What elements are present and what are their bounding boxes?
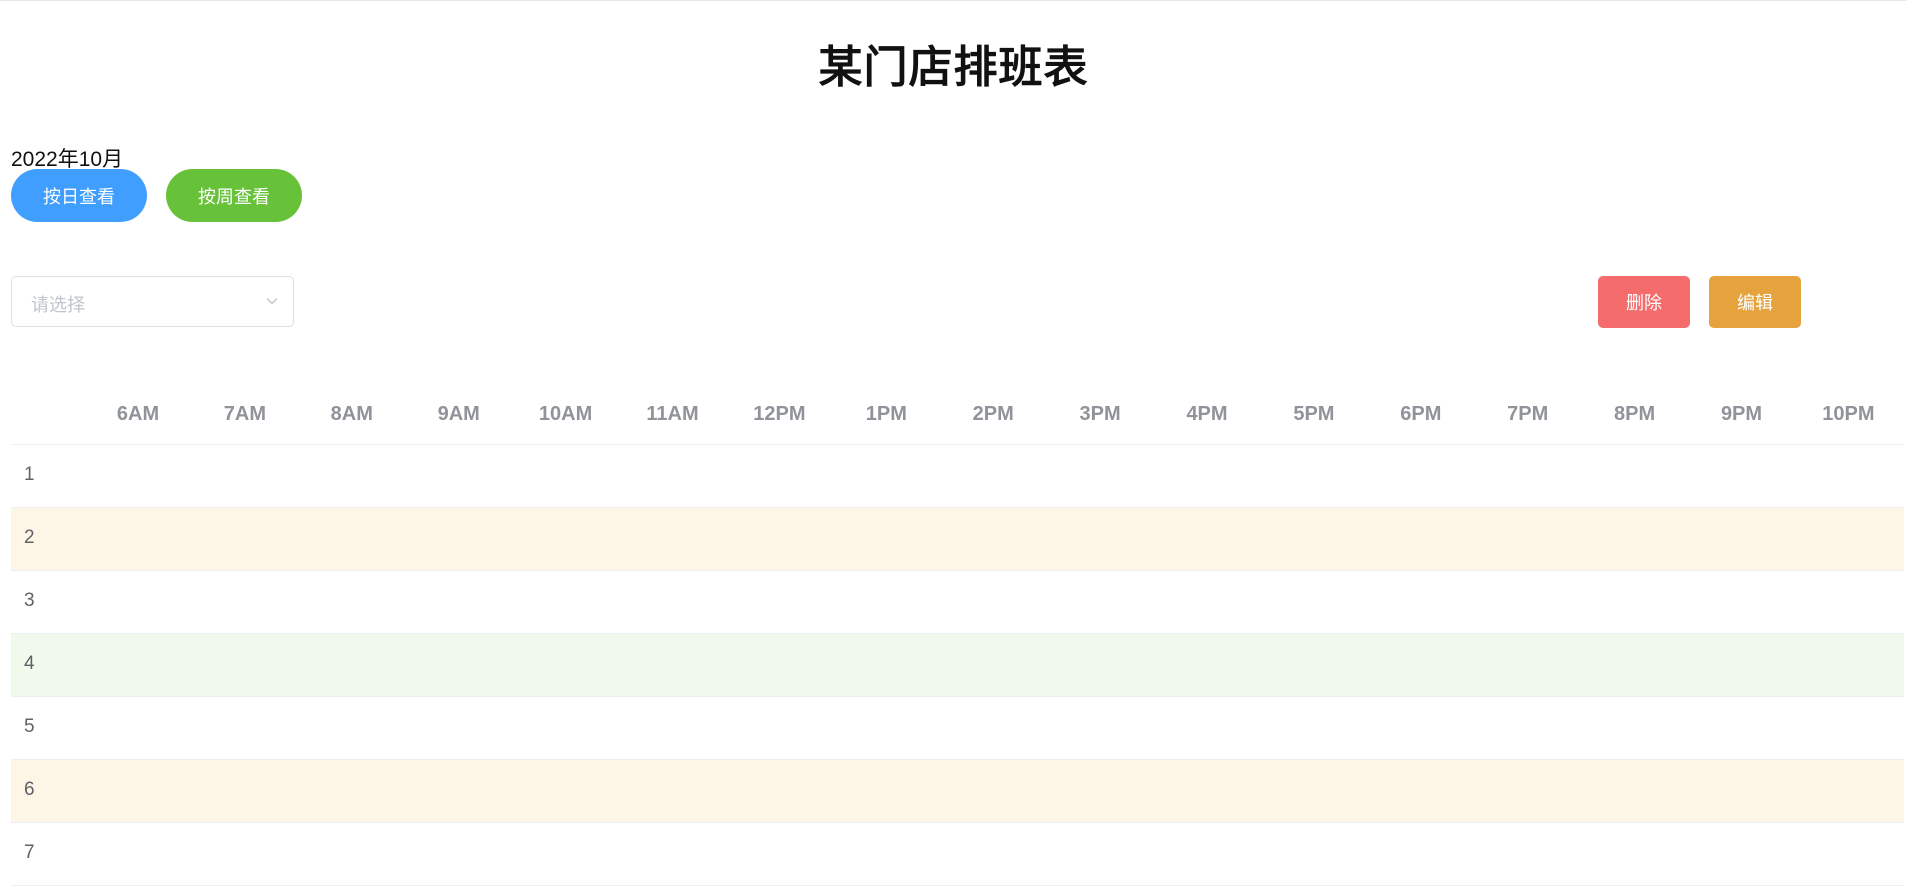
schedule-row[interactable]: 4 (11, 634, 1904, 697)
row-number: 7 (24, 842, 35, 863)
row-number: 2 (24, 527, 35, 548)
hour-header: 9PM (1720, 403, 1763, 425)
hour-header: 6PM (1400, 403, 1442, 425)
hour-header: 3PM (1079, 403, 1121, 425)
hour-header: 7AM (223, 403, 267, 425)
hour-header: 7PM (1507, 403, 1549, 425)
employee-select[interactable]: 请选择 (11, 276, 294, 327)
schedule-row[interactable]: 5 (11, 697, 1904, 760)
page-title: 某门店排班表 (818, 43, 1089, 92)
schedule-row[interactable]: 3 (11, 571, 1904, 634)
chevron-down-icon (266, 298, 278, 305)
edit-button[interactable]: 编辑 (1709, 276, 1801, 328)
hour-header: 4PM (1186, 403, 1228, 425)
hour-header-row: 6AM 7AM 8AM 9AM 10AM 11AM 12PM 1PM 2PM 3PM 4PM 5PM 6… (11, 381, 1904, 445)
hour-header: 10PM (1822, 403, 1875, 425)
hour-header: 9AM (437, 403, 480, 425)
hour-header: 2PM (972, 403, 1014, 425)
hour-header: 8PM (1614, 403, 1656, 425)
row-number: 5 (24, 716, 35, 737)
select-placeholder: 请选择 (31, 295, 85, 315)
hour-header: 1PM (865, 403, 907, 425)
hour-header: 8AM (330, 403, 373, 425)
hour-header: 5PM (1293, 403, 1335, 425)
row-number: 6 (24, 779, 35, 800)
row-number: 4 (24, 653, 35, 674)
view-by-week-button[interactable]: 按周查看 (166, 169, 302, 222)
hour-header: 12PM (753, 403, 806, 425)
row-number: 1 (24, 464, 35, 485)
schedule-row[interactable]: 7 (11, 823, 1904, 886)
row-number: 3 (24, 590, 35, 611)
schedule-row[interactable]: 6 (11, 760, 1904, 823)
hour-header: 10AM (538, 403, 593, 425)
schedule-row[interactable]: 1 (11, 445, 1904, 508)
hour-header: 11AM (646, 403, 699, 425)
delete-button[interactable]: 删除 (1598, 276, 1690, 328)
schedule-row[interactable]: 2 (11, 508, 1904, 571)
hour-header: 6AM (116, 403, 160, 425)
view-by-day-button[interactable]: 按日查看 (11, 169, 147, 222)
schedule-page: 某门店排班表 2022年10月 按日查看 按周查看 请选择 删除 编辑 6AM 7… (0, 0, 1907, 895)
schedule-rows: 1 2 3 4 5 6 7 (11, 445, 1904, 886)
schedule-grid: 6AM 7AM 8AM 9AM 10AM 11AM 12PM 1PM 2PM 3PM 4PM 5PM 6… (11, 381, 1904, 886)
